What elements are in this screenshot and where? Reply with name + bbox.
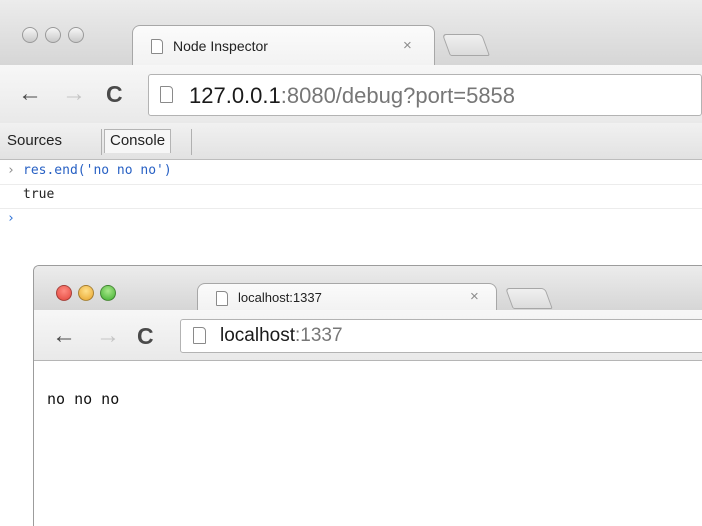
tab-node-inspector[interactable]: Node Inspector × <box>132 25 435 66</box>
localhost-window-controls <box>56 285 116 301</box>
url-path: :8080/debug?port=5858 <box>280 83 516 108</box>
zoom-window-button[interactable] <box>100 285 116 301</box>
url-host: localhost <box>220 325 295 346</box>
console-result-line: true <box>0 184 702 209</box>
close-window-button[interactable] <box>22 27 38 43</box>
inspector-toolbar: ← → C 127.0.0.1:8080/debug?port=5858 <box>0 65 702 124</box>
inspector-window-controls <box>22 27 84 43</box>
address-url[interactable]: localhost:1337 <box>220 325 343 347</box>
back-arrow-icon[interactable]: ← <box>52 324 76 348</box>
console-prompt-line[interactable]: › <box>0 208 702 232</box>
new-tab-button[interactable] <box>441 34 491 56</box>
address-bar[interactable]: localhost:1337 <box>180 319 702 353</box>
minimize-window-button[interactable] <box>45 27 61 43</box>
address-url[interactable]: 127.0.0.1:8080/debug?port=5858 <box>189 83 515 109</box>
page-icon <box>193 327 206 344</box>
inspector-title-bar: Node Inspector × <box>0 0 702 66</box>
tab-localhost[interactable]: localhost:1337 × <box>197 283 497 311</box>
console-input-line: › res.end('no no no') <box>0 160 702 185</box>
zoom-window-button[interactable] <box>68 27 84 43</box>
localhost-toolbar: ← → C localhost:1337 <box>34 310 702 361</box>
reload-icon[interactable]: C <box>137 324 154 348</box>
forward-arrow-icon[interactable]: → <box>62 82 86 106</box>
prompt-chevron-icon: › <box>7 211 15 226</box>
console-command: res.end('no no no') <box>23 163 172 178</box>
url-path: :1337 <box>295 325 343 346</box>
back-arrow-icon[interactable]: ← <box>18 82 42 106</box>
address-bar[interactable]: 127.0.0.1:8080/debug?port=5858 <box>148 74 702 116</box>
new-tab-button[interactable] <box>505 288 553 309</box>
close-window-button[interactable] <box>56 285 72 301</box>
tab-close-icon[interactable]: × <box>470 288 479 305</box>
minimize-window-button[interactable] <box>78 285 94 301</box>
tab-title: Node Inspector <box>173 38 268 54</box>
tab-console[interactable]: Console <box>104 129 172 153</box>
reload-icon[interactable]: C <box>106 82 123 106</box>
tab-divider <box>191 129 192 155</box>
console-result: true <box>23 187 55 202</box>
tab-close-icon[interactable]: × <box>403 37 412 54</box>
page-icon <box>160 86 173 103</box>
devtools-tab-bar: Sources Console <box>0 123 702 160</box>
page-body-text: no no no <box>47 390 120 408</box>
forward-arrow-icon[interactable]: → <box>96 324 120 348</box>
tab-divider <box>101 129 102 155</box>
localhost-title-bar: localhost:1337 × <box>34 266 702 311</box>
tab-title: localhost:1337 <box>238 290 322 305</box>
page-icon <box>216 291 228 306</box>
url-host: 127.0.0.1 <box>189 83 281 108</box>
localhost-browser-window: localhost:1337 × ← → C localhost:1337 no… <box>33 265 702 526</box>
prompt-chevron-icon: › <box>7 163 15 178</box>
page-icon <box>151 39 163 54</box>
tab-sources[interactable]: Sources <box>7 132 62 149</box>
